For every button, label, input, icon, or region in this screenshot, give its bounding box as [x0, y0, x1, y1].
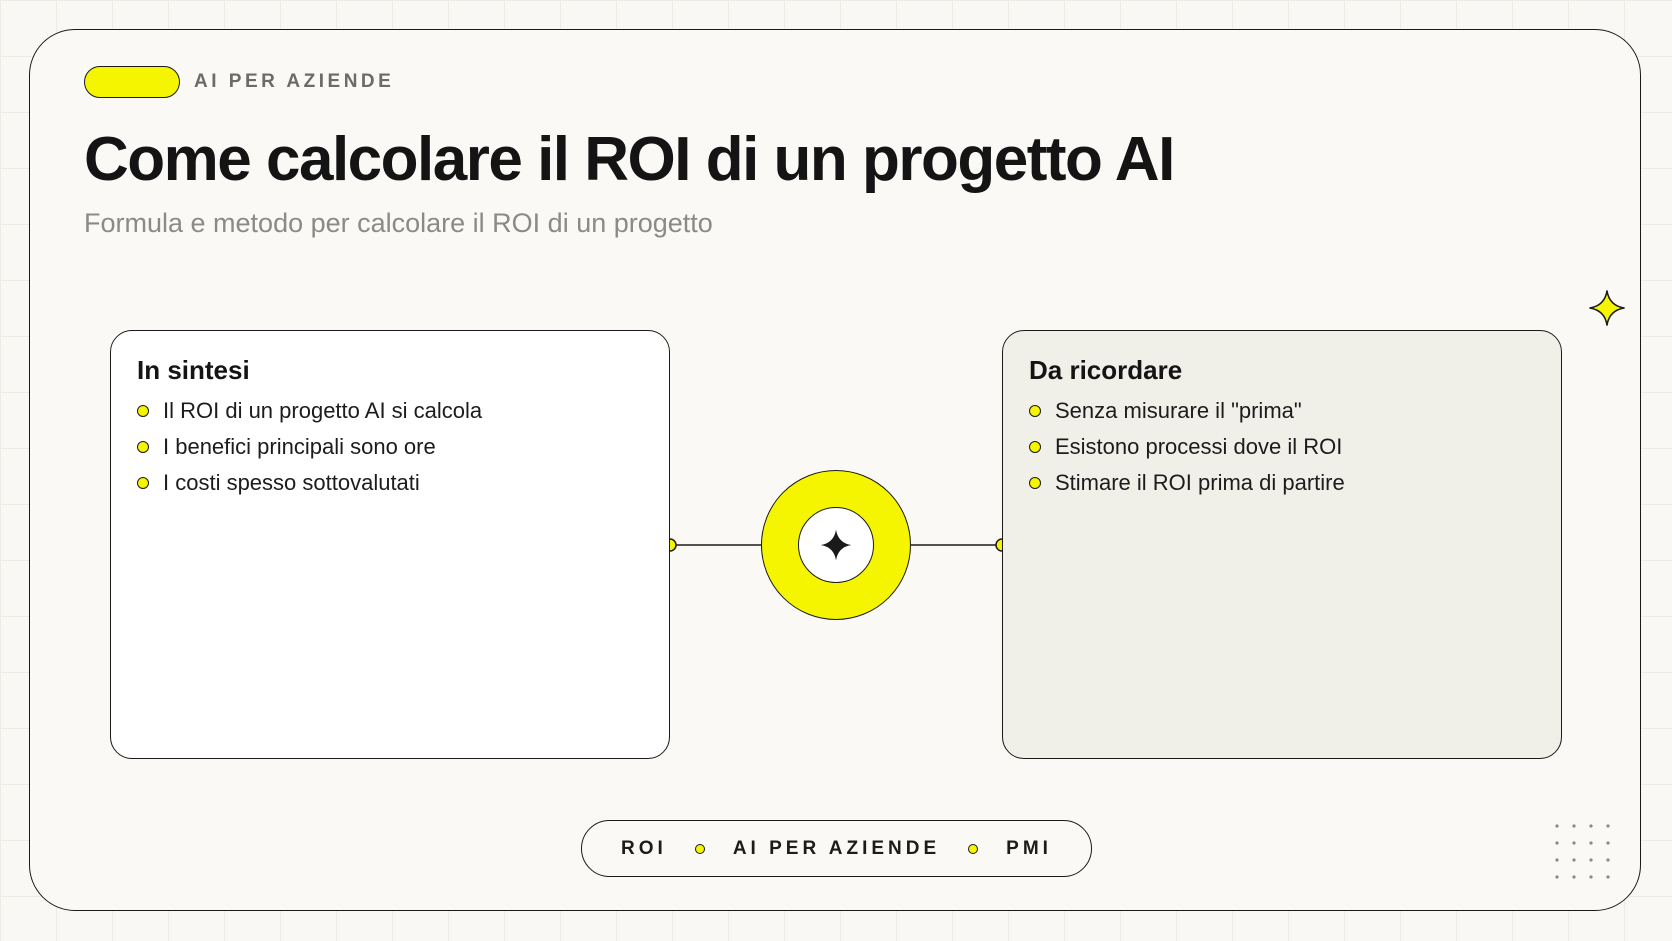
summary-list: Il ROI di un progetto AI si calcola I be…: [137, 393, 643, 501]
category-badge-label: AI PER AZIENDE: [194, 71, 395, 92]
tag-roi: ROI: [621, 837, 667, 859]
tag-separator-icon: [694, 843, 705, 854]
tag-pmi: PMI: [1006, 837, 1052, 859]
tag-bar: ROI AI PER AZIENDE PMI: [581, 820, 1092, 877]
summary-panel: In sintesi Il ROI di un progetto AI si c…: [110, 330, 670, 759]
reminder-panel: Da ricordare Senza misurare il "prima" E…: [1002, 330, 1562, 759]
four-point-star-icon: [820, 529, 852, 561]
sparkle-icon: [1589, 290, 1625, 326]
bullet-dot-icon: [1029, 441, 1041, 453]
list-item: Senza misurare il "prima": [1029, 393, 1535, 429]
reminder-panel-title: Da ricordare: [1029, 355, 1183, 385]
list-item-text: I benefici principali sono ore: [163, 434, 436, 459]
list-item-text: Il ROI di un progetto AI si calcola: [163, 398, 483, 423]
bullet-dot-icon: [1029, 405, 1041, 417]
bullet-dot-icon: [1029, 477, 1041, 489]
summary-panel-title: In sintesi: [137, 355, 250, 385]
list-item: Stimare il ROI prima di partire: [1029, 465, 1535, 501]
list-item-text: I costi spesso sottovalutati: [163, 470, 420, 495]
page-title: Come calcolare il ROI di un progetto AI: [84, 125, 1175, 194]
tag-separator-icon: [968, 843, 979, 854]
list-item: Esistono processi dove il ROI: [1029, 429, 1535, 465]
hub-center: [798, 507, 874, 583]
page-subtitle: Formula e metodo per calcolare il ROI di…: [84, 208, 713, 238]
bullet-dot-icon: [137, 441, 149, 453]
list-item: I costi spesso sottovalutati: [137, 465, 643, 501]
tag-ai-per-aziende: AI PER AZIENDE: [732, 837, 941, 859]
category-badge-pill: [84, 66, 180, 98]
list-item: Il ROI di un progetto AI si calcola: [137, 393, 643, 429]
bullet-dot-icon: [137, 477, 149, 489]
reminder-list: Senza misurare il "prima" Esistono proce…: [1029, 393, 1535, 501]
list-item-text: Esistono processi dove il ROI: [1055, 434, 1343, 459]
list-item-text: Stimare il ROI prima di partire: [1055, 470, 1345, 495]
list-item: I benefici principali sono ore: [137, 429, 643, 465]
bullet-dot-icon: [137, 405, 149, 417]
list-item-text: Senza misurare il "prima": [1055, 398, 1302, 423]
dot-grid-icon: [1555, 824, 1610, 879]
